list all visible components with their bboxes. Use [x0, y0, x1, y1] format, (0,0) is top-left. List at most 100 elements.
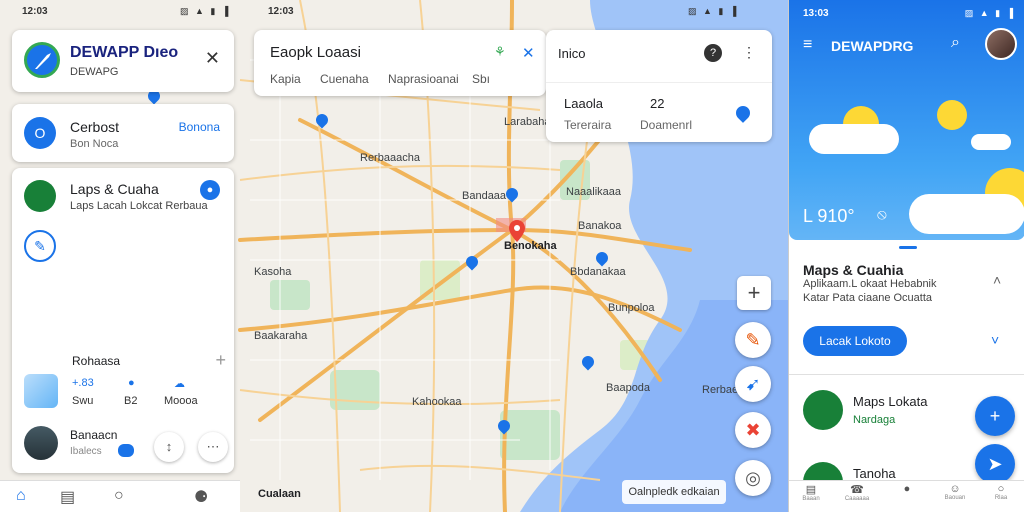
add-button[interactable]: + [975, 396, 1015, 436]
nav-label: Rlaa [994, 495, 1008, 501]
tab-naprasioanai[interactable]: Naprasioanai [388, 72, 459, 86]
menu-icon[interactable]: ≡ [803, 36, 812, 54]
nav-icon: ● [903, 483, 911, 495]
directions-icon[interactable]: ⚈ [194, 487, 208, 507]
report-button[interactable]: ✖ [735, 412, 771, 448]
person-name: Banaacn [70, 428, 118, 442]
search-icon[interactable]: ⌕ [951, 34, 960, 52]
sheet-subtitle: Aplikaam.L okaat Hebabnik [803, 278, 937, 290]
map-label: Larabaha [504, 116, 551, 128]
nav-label: Caaaaaa [844, 496, 870, 502]
app-title: DEWAPP Dıeo [70, 44, 179, 61]
info-value: 22 [650, 96, 665, 111]
list-item-title[interactable]: Maps Lokata [853, 394, 927, 409]
avatar[interactable] [985, 28, 1017, 60]
location-badge-icon[interactable]: ● [200, 180, 220, 200]
info-card: Inico ? ⋮ Laaola Tereraira 22 Doamenrl [546, 30, 772, 142]
maps-app-icon[interactable] [24, 180, 56, 212]
map-label: Kasoha [254, 266, 292, 278]
profile-card[interactable]: O Cerbost Bon Noca Bonona [12, 104, 234, 162]
tab-kapia[interactable]: Kapia [270, 72, 301, 86]
list-icon[interactable]: ▤ [60, 487, 75, 507]
satellite-icon[interactable]: ✎ [24, 230, 56, 262]
sheet-subtitle: Katar Pata ciaane Ocuatta [803, 292, 933, 304]
nav-item[interactable]: ● [887, 483, 927, 495]
locate-button[interactable]: ◎ [735, 460, 771, 496]
info-title: Inico [558, 46, 586, 61]
phone-time: 13:03 [803, 8, 829, 19]
status-time-mid: 12:03 [268, 6, 294, 17]
map-label: Naaalikaaa [566, 186, 622, 198]
nav-item[interactable]: ☎ Caaaaaa [837, 483, 877, 502]
home-icon[interactable]: ⌂ [985, 206, 993, 222]
tag: +.83 [72, 377, 94, 389]
location-sun-icon [937, 100, 967, 130]
cloud-icon [809, 124, 899, 154]
nav-icon: ☎ [850, 484, 864, 496]
list-item-title[interactable]: Tanoha [853, 466, 896, 481]
app-brand-card: DEWAPP Dıeo DEWAPG ✕ [12, 30, 234, 92]
nav-icon: ☺ [949, 483, 961, 495]
nav-label: Baaan [802, 496, 820, 502]
tag: Moooa [164, 395, 198, 407]
nav-icon: ▤ [805, 484, 817, 496]
left-side-panel: Laps & Cuaha Laps Lacah Lokcat Rerbaua ●… [12, 168, 234, 473]
layers-button[interactable]: ✎ [735, 322, 771, 358]
search-input[interactable]: Eaopk Loaasi [270, 44, 361, 61]
cloud-icon [909, 194, 1024, 234]
nav-item[interactable]: ○ Rlaa [981, 483, 1021, 501]
tag: B2 [124, 395, 138, 407]
tab-sbi[interactable]: Sbı [472, 72, 490, 86]
status-badge [118, 444, 134, 457]
profile-title: Cerbost [70, 119, 120, 135]
navigate-button[interactable]: ➹ [735, 366, 771, 402]
bottom-navigation: ⌂ ▤ ○ ⚈ [0, 480, 240, 512]
panel-item-title[interactable]: Laps & Cuaha [70, 181, 159, 197]
map-label: Baapoda [606, 382, 651, 394]
profile-icon: O [24, 117, 56, 149]
search-card[interactable]: Eaopk Loaasi ⚘ ✕ Kapia Cuenaha Naprasioa… [254, 30, 546, 96]
help-icon[interactable]: ? [704, 44, 722, 62]
nav-icon: ○ [997, 483, 1005, 495]
app-subtitle: DEWAPG [70, 66, 119, 78]
place-thumbnail[interactable] [24, 374, 58, 408]
reorder-button[interactable]: ↕ [154, 432, 184, 462]
divider [546, 82, 772, 83]
chevron-up-icon[interactable]: ˄ [993, 272, 1001, 288]
maps-app-icon[interactable] [803, 390, 843, 430]
list-item-subtitle: Nardaga [853, 414, 896, 426]
info-value: Doamenrl [640, 118, 693, 132]
tag: ☁ [174, 378, 185, 390]
home-icon[interactable]: ⌂ [16, 487, 26, 505]
avatar[interactable] [24, 426, 58, 460]
close-icon[interactable]: ✕ [205, 48, 220, 69]
status-time-left: 12:03 [22, 6, 48, 17]
cloud-icon [971, 134, 1011, 150]
temperature: L 910° [803, 206, 855, 226]
app-logo-icon [24, 42, 60, 78]
navigate-button[interactable]: ➤ [975, 444, 1015, 484]
more-options-button[interactable]: ⋯ [198, 432, 228, 462]
add-icon[interactable]: + [215, 350, 226, 371]
more-icon[interactable]: ⋮ [742, 44, 756, 61]
nav-item[interactable]: ▤ Baaan [791, 483, 831, 502]
status-icons-right: ▨ ▲ ▮ ▐ [688, 6, 739, 16]
close-icon[interactable]: ✕ [522, 44, 535, 62]
phone-bottom-nav: ▤ Baaan ☎ Caaaaaa ● ☺ Baouan ○ Rlaa [789, 480, 1024, 512]
tab-cuenaha[interactable]: Cuenaha [320, 72, 369, 86]
nav-item[interactable]: ☺ Baouan [935, 483, 975, 501]
gauge-icon: ⦸ [877, 206, 887, 223]
phone-panel: 13:03 ▨ ▲ ▮ ▐ ≡ DEWAPDRG ⌕ L 910° ⦸ ⌂ Ma… [788, 0, 1024, 512]
location-pin-icon[interactable] [733, 103, 753, 123]
map-label: Bunpoloa [608, 302, 655, 314]
profile-link[interactable]: Bonona [179, 120, 220, 134]
sheet-handle[interactable] [899, 246, 917, 249]
status-icons-left: ▨ ▲ ▮ ▐ [180, 6, 231, 16]
map-label-center: Benokaha [504, 240, 557, 252]
track-location-button[interactable]: Lacak Lokoto [803, 326, 907, 356]
search-icon[interactable]: ○ [114, 487, 124, 505]
zoom-in-button[interactable]: + [737, 276, 771, 310]
chevron-down-icon[interactable]: ˅ [991, 332, 999, 348]
map-label: Rerbaaacha [360, 152, 420, 164]
info-label: Laaola [564, 96, 604, 111]
